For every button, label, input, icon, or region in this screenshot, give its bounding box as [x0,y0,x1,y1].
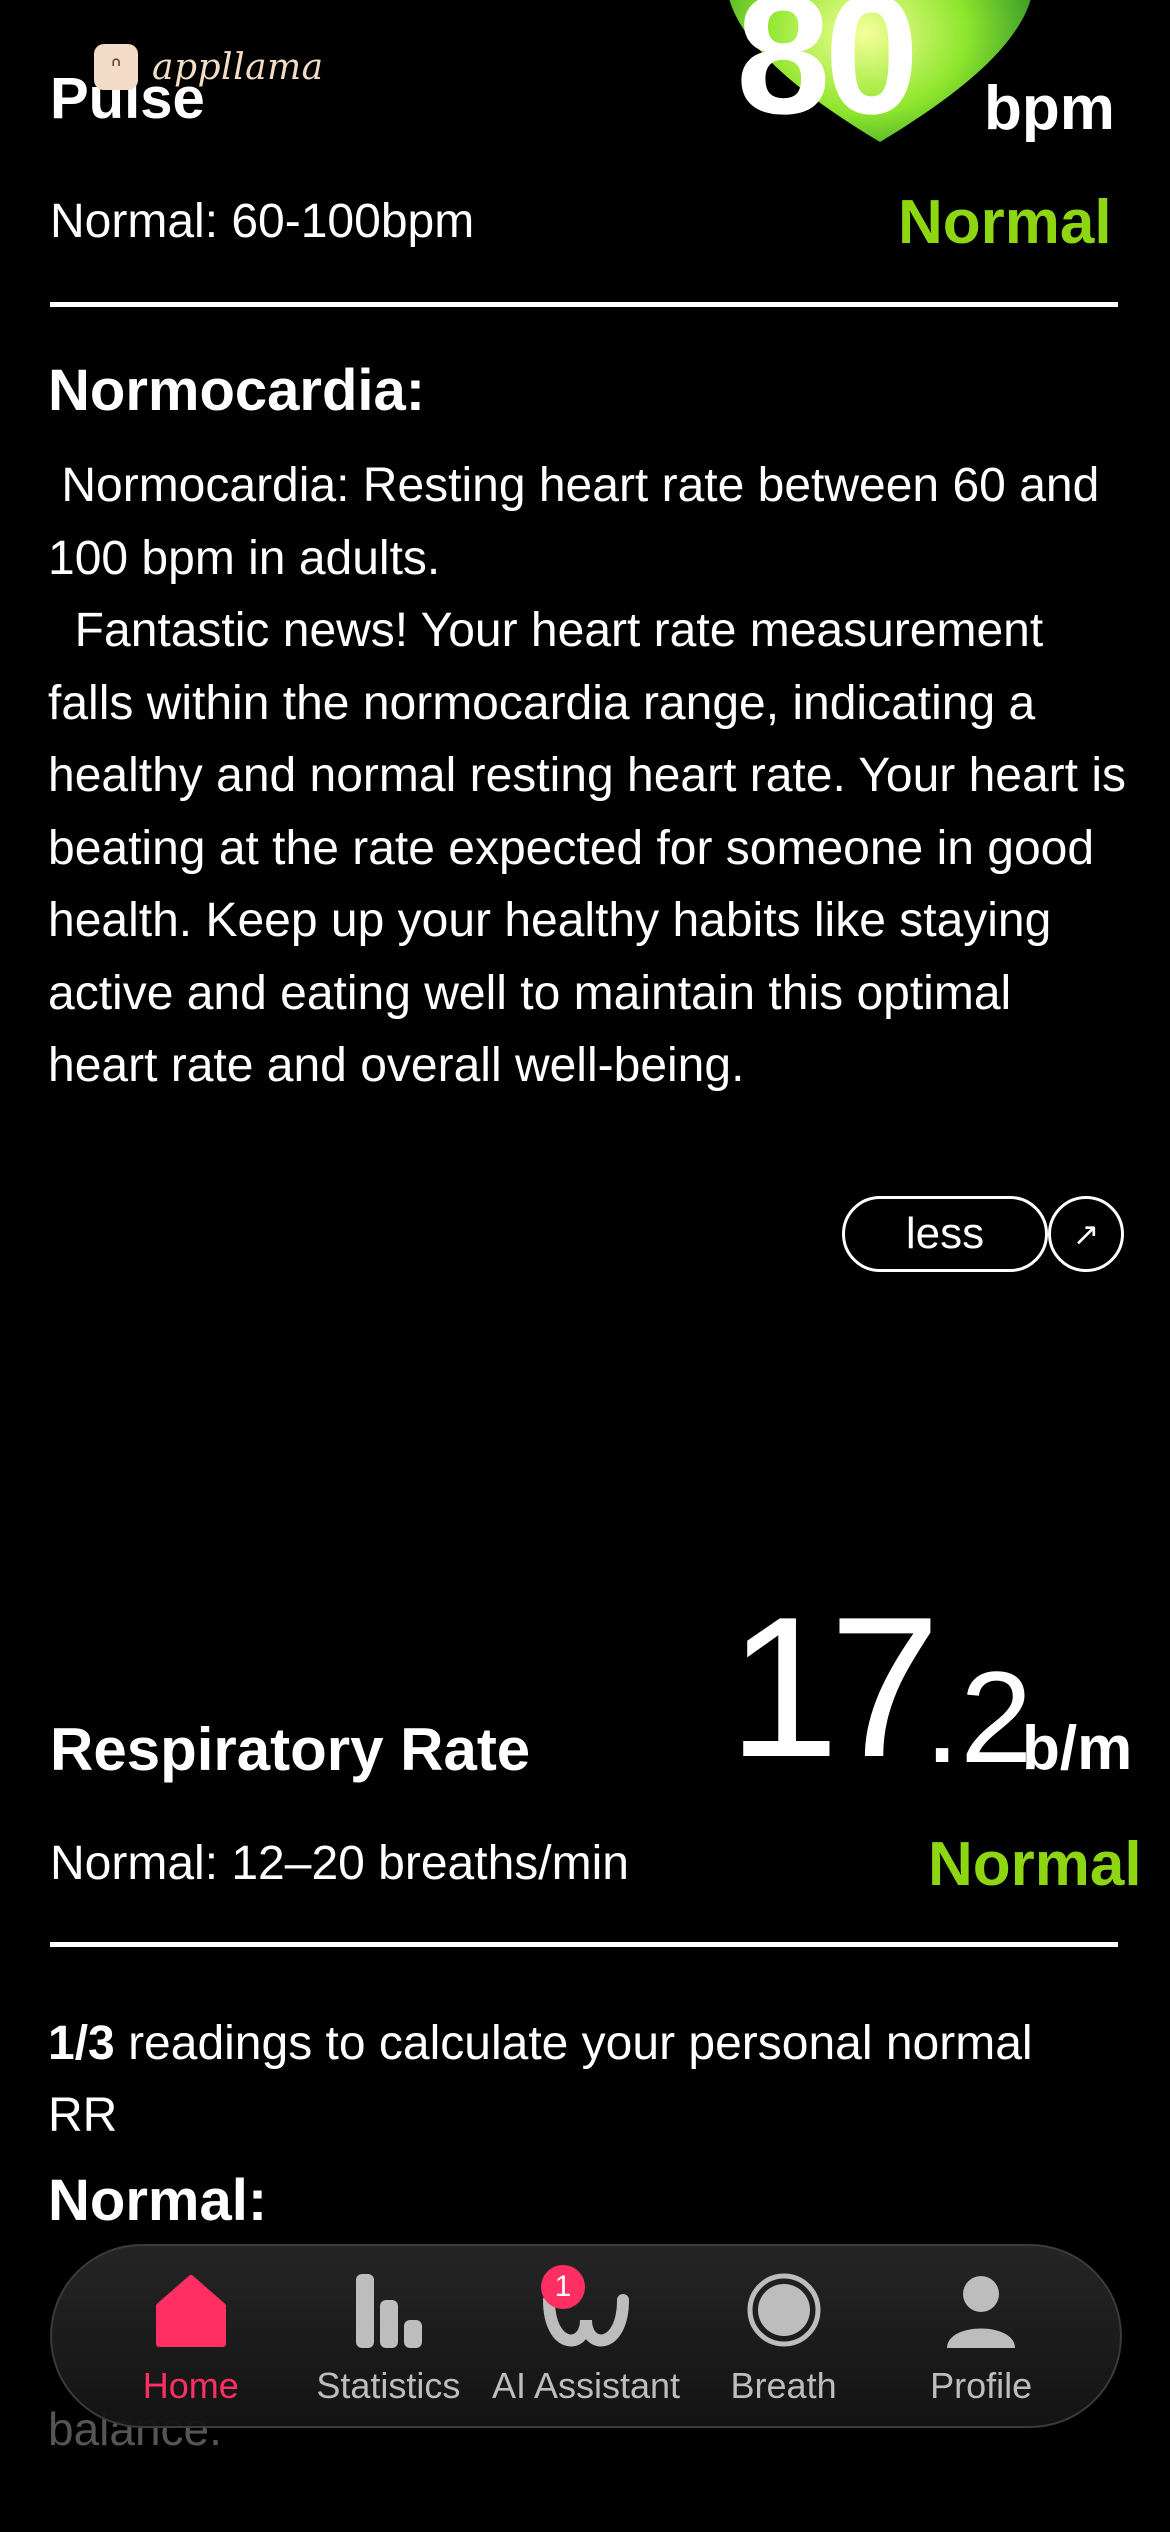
tab-profile-label: Profile [930,2365,1033,2406]
tab-statistics[interactable]: Statistics [293,2265,483,2407]
assistant-icon: 1 [540,2265,631,2355]
llama-logo-icon: ᐢ [94,44,138,90]
bar-chart-icon [343,2265,433,2355]
pulse-range: Normal: 60-100bpm [50,195,475,248]
less-button[interactable]: less [842,1196,1048,1272]
tab-breath-label: Breath [730,2365,837,2406]
readings-description: readings to calculate your personal norm… [48,2017,1033,2142]
normocardia-definition: Normocardia: Resting heart rate between … [48,459,1113,585]
tab-breath[interactable]: Breath [689,2265,879,2407]
readings-count: 1/3 [48,2017,115,2070]
home-icon [146,2265,236,2355]
tab-statistics-label: Statistics [316,2365,461,2406]
normocardia-message: Fantastic news! Your heart rate measurem… [48,604,1140,1092]
brand-name: appllama [152,46,324,88]
normocardia-description: Normocardia: Resting heart rate between … [48,450,1128,1103]
readings-progress-text: 1/3 readings to calculate your personal … [48,2008,1048,2152]
pulse-value: 80 [736,0,919,150]
breath-circle-icon [739,2265,829,2355]
notification-badge: 1 [540,2265,585,2309]
respiratory-title: Respiratory Rate [50,1716,531,1783]
tab-ai-assistant-label: AI Assistant [491,2365,681,2406]
pulse-status: Normal [898,188,1112,257]
tab-home[interactable]: Home [96,2265,286,2407]
tab-ai-assistant[interactable]: 1 AI Assistant [491,2265,681,2407]
pulse-divider [50,302,1118,307]
respiratory-unit: b/m [1022,1714,1133,1783]
tab-profile[interactable]: Profile [886,2265,1076,2407]
normocardia-heading: Normocardia: [48,358,426,423]
respiratory-value-decimal: .2 [924,1644,1033,1790]
brand-watermark: ᐢ appllama [94,44,324,90]
tab-home-label: Home [142,2365,239,2406]
normal-heading: Normal: [48,2168,268,2233]
respiratory-divider [50,1942,1118,1947]
bottom-tab-bar: Home Statistics 1 AI Assistant Breath Pr… [50,2244,1122,2428]
pulse-unit: bpm [984,74,1115,143]
person-icon [936,2265,1026,2355]
respiratory-range: Normal: 12–20 breaths/min [50,1837,629,1890]
respiratory-status: Normal [928,1830,1142,1899]
respiratory-value-integer: 17 [728,1576,940,1799]
arrow-up-right-icon[interactable]: ↗ [1048,1196,1124,1272]
